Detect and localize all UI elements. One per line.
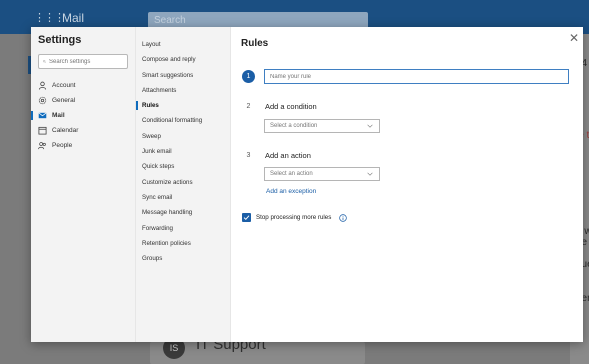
nav-item-general[interactable]: General	[38, 93, 128, 108]
stop-processing-row: Stop processing more rules	[242, 213, 348, 222]
search-icon	[43, 60, 46, 63]
section-retention-policies[interactable]: Retention policies	[136, 236, 230, 251]
section-message-handling[interactable]: Message handling	[136, 205, 230, 220]
info-icon[interactable]	[339, 213, 348, 222]
nav-item-label: Mail	[52, 112, 65, 119]
nav-item-calendar[interactable]: Calendar	[38, 123, 128, 138]
settings-nav: Settings Account General Mail Calendar P…	[31, 27, 135, 342]
step-2: 2 Add a condition	[242, 100, 317, 113]
settings-title: Settings	[38, 34, 82, 46]
section-attachments[interactable]: Attachments	[136, 83, 230, 98]
section-groups[interactable]: Groups	[136, 251, 230, 266]
close-icon[interactable]: ✕	[569, 32, 579, 44]
section-sweep[interactable]: Sweep	[136, 129, 230, 144]
calendar-icon	[38, 126, 47, 135]
nav-item-label: People	[52, 142, 73, 149]
settings-dialog: Settings Account General Mail Calendar P…	[31, 27, 583, 342]
section-rules[interactable]: Rules	[136, 98, 230, 113]
mail-settings-sections: Layout Compose and reply Smart suggestio…	[135, 27, 231, 342]
section-compose-and-reply[interactable]: Compose and reply	[136, 52, 230, 67]
section-customize-actions[interactable]: Customize actions	[136, 175, 230, 190]
section-quick-steps[interactable]: Quick steps	[136, 159, 230, 174]
people-icon	[38, 141, 47, 150]
step-number: 1	[242, 70, 255, 83]
nav-item-account[interactable]: Account	[38, 78, 128, 93]
step-label: Add an action	[265, 151, 311, 160]
section-sync-email[interactable]: Sync email	[136, 190, 230, 205]
app-launcher-icon[interactable]: ⋮⋮⋮	[34, 12, 65, 24]
nav-item-label: General	[52, 97, 76, 104]
section-junk-email[interactable]: Junk email	[136, 144, 230, 159]
nav-item-label: Account	[52, 82, 76, 89]
mail-icon	[38, 111, 47, 120]
rules-pane: Rules ✕ 1 2 Add a condition Select a con…	[231, 27, 583, 342]
step-number: 3	[246, 152, 251, 159]
page-title: Rules	[241, 38, 269, 49]
settings-search-input[interactable]	[49, 58, 127, 65]
step-number: 2	[246, 103, 251, 110]
nav-item-mail[interactable]: Mail	[31, 108, 128, 123]
stop-processing-checkbox[interactable]	[242, 213, 251, 222]
stop-processing-label: Stop processing more rules	[256, 214, 332, 221]
section-conditional-formatting[interactable]: Conditional formatting	[136, 113, 230, 128]
action-select-value: Select an action	[270, 171, 313, 177]
chevron-down-icon	[367, 172, 373, 176]
condition-select-value: Select a condition	[270, 123, 318, 129]
step-3: 3 Add an action	[242, 149, 311, 162]
app-name: Mail	[62, 11, 85, 25]
gear-icon	[38, 96, 47, 105]
step-label: Add a condition	[265, 102, 317, 111]
step-1: 1	[242, 70, 255, 83]
rule-name-input[interactable]	[264, 69, 569, 84]
nav-item-people[interactable]: People	[38, 138, 128, 153]
section-forwarding[interactable]: Forwarding	[136, 221, 230, 236]
condition-select[interactable]: Select a condition	[264, 119, 380, 133]
nav-item-label: Calendar	[52, 127, 79, 134]
add-exception-link[interactable]: Add an exception	[266, 188, 316, 195]
checkmark-icon	[243, 215, 250, 221]
section-smart-suggestions[interactable]: Smart suggestions	[136, 68, 230, 83]
person-icon	[38, 81, 47, 90]
settings-search[interactable]	[38, 54, 128, 69]
section-layout[interactable]: Layout	[136, 37, 230, 52]
action-select[interactable]: Select an action	[264, 167, 380, 181]
chevron-down-icon	[367, 124, 373, 128]
